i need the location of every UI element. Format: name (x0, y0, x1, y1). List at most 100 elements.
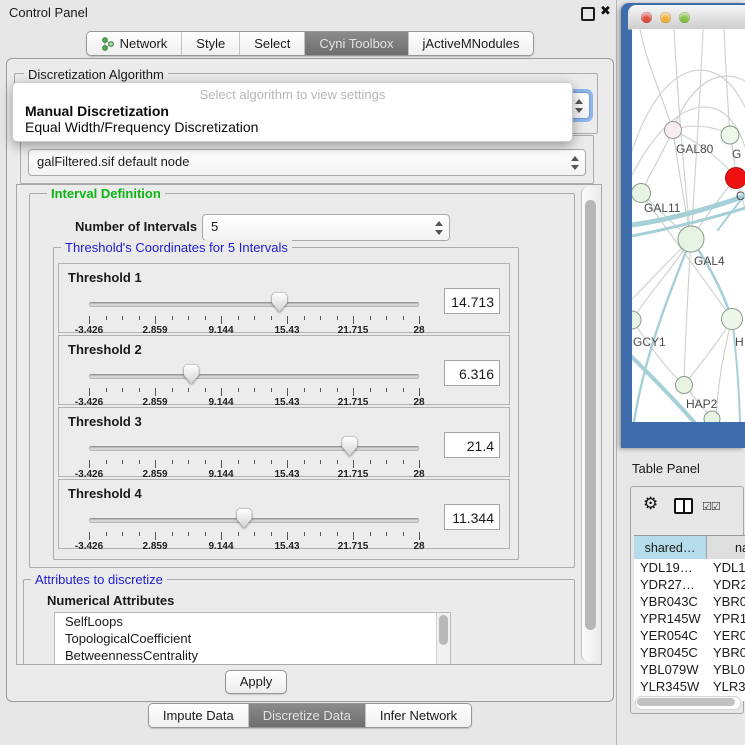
network-node[interactable] (722, 309, 743, 330)
threshold-panel: Threshold 1-3.4262.8599.14415.4321.71528… (58, 263, 510, 333)
apply-button[interactable]: Apply (225, 670, 287, 694)
cell-name: YBR0 (706, 644, 745, 661)
threshold-value-field[interactable]: 21.4 (444, 432, 500, 458)
network-node[interactable] (678, 226, 704, 252)
tab-label: Network (120, 36, 168, 51)
tab-impute-data[interactable]: Impute Data (149, 704, 249, 727)
table-row[interactable]: YBR043CYBR0 (634, 593, 745, 610)
slider-thumb[interactable] (272, 293, 287, 312)
node-label: GAL80 (676, 142, 714, 156)
cell-shared-name: YDL19… (634, 559, 706, 576)
cell-name: YBR0 (706, 593, 745, 610)
network-edge[interactable] (684, 239, 691, 385)
cell-shared-name: YBL079W (634, 661, 706, 678)
network-node[interactable] (721, 126, 739, 144)
tab-cyni-toolbox[interactable]: Cyni Toolbox (305, 32, 408, 55)
panel-scrollbar[interactable] (581, 186, 600, 662)
number-of-intervals-label: Number of Intervals (75, 219, 197, 234)
tab-style[interactable]: Style (182, 32, 240, 55)
bottom-tab-bar: Impute DataDiscretize DataInfer Network (0, 703, 620, 728)
number-of-intervals-combobox[interactable]: 5 (202, 214, 450, 241)
node-label: GAL11 (644, 201, 681, 215)
tab-jactivemnodules[interactable]: jActiveMNodules (409, 32, 534, 55)
network-edge[interactable] (673, 76, 745, 130)
threshold-value-field[interactable]: 14.713 (444, 288, 500, 314)
network-node[interactable] (665, 122, 682, 139)
tab-select[interactable]: Select (240, 32, 305, 55)
network-node[interactable] (726, 168, 745, 189)
column-header-name[interactable]: na (707, 536, 745, 560)
list-scrollbar[interactable] (436, 613, 450, 665)
node-label: GCY1 (633, 335, 666, 349)
tab-discretize-data[interactable]: Discretize Data (249, 704, 366, 727)
cell-shared-name: YER054C (634, 627, 706, 644)
network-edge[interactable] (632, 239, 691, 320)
gear-icon[interactable]: ⚙ (643, 494, 658, 514)
table-row[interactable]: YPR145WYPR1 (634, 610, 745, 627)
float-window-icon[interactable] (581, 7, 595, 21)
network-edge[interactable] (641, 130, 673, 193)
split-columns-icon[interactable] (674, 498, 693, 514)
thresholds-group-label: Threshold's Coordinates for 5 Intervals (61, 240, 292, 255)
number-of-intervals-value: 5 (211, 215, 218, 238)
table-row[interactable]: YBL079WYBL0 (634, 661, 745, 678)
attributes-group-label: Attributes to discretize (31, 572, 167, 587)
settings-scroll-viewport: Interval Definition Number of Intervals … (16, 184, 602, 665)
slider-thumb[interactable] (184, 365, 199, 384)
network-edge[interactable] (634, 239, 691, 422)
algorithm-option-manual-discretization[interactable]: Manual Discretization (13, 103, 572, 119)
tick-label: 21.715 (338, 541, 369, 552)
cell-name: YDR2 (706, 576, 745, 593)
tab-infer-network[interactable]: Infer Network (366, 704, 471, 727)
network-view-window: GAL80GCGAL11GAL4GCY1HHAP2 (621, 3, 745, 448)
attribute-item[interactable]: SelfLoops (55, 613, 450, 630)
cell-shared-name: YLR345W (634, 678, 706, 695)
checkboxes-icon[interactable]: ☑☑ (702, 500, 720, 513)
threshold-value-field[interactable]: 11.344 (444, 504, 500, 530)
network-node[interactable] (676, 377, 693, 394)
panel-splitter[interactable] (616, 0, 617, 745)
top-tab-bar: Network StyleSelectCyni ToolboxjActiveMNo… (0, 31, 620, 56)
network-node[interactable] (632, 184, 651, 203)
minimize-light[interactable] (660, 12, 671, 23)
slider-track[interactable] (89, 374, 419, 379)
attribute-item[interactable]: BetweennessCentrality (55, 647, 450, 664)
network-icon (101, 37, 115, 51)
scrollbar-thumb[interactable] (637, 698, 735, 706)
table-row[interactable]: YDL19…YDL1 (634, 559, 745, 576)
threshold-label: Threshold 1 (68, 270, 142, 285)
slider-thumb[interactable] (342, 437, 357, 456)
slider-thumb[interactable] (237, 509, 252, 528)
close-light[interactable] (641, 12, 652, 23)
table-data-combobox[interactable]: galFiltered.sif default node (28, 149, 586, 176)
table-row[interactable]: YDR27…YDR2 (634, 576, 745, 593)
network-node[interactable] (704, 411, 720, 422)
table-row[interactable]: YER054CYER0 (634, 627, 745, 644)
threshold-value-field[interactable]: 6.316 (444, 360, 500, 386)
network-edge[interactable] (716, 319, 732, 422)
network-window-titlebar[interactable] (628, 5, 745, 30)
network-canvas[interactable]: GAL80GCGAL11GAL4GCY1HHAP2 (632, 29, 745, 422)
network-edge[interactable] (640, 29, 673, 130)
table-row[interactable]: YLR345WYLR3 (634, 678, 745, 695)
network-node[interactable] (632, 311, 641, 329)
table-row[interactable]: YBR045CYBR0 (634, 644, 745, 661)
node-label: C (736, 189, 745, 203)
zoom-light[interactable] (679, 12, 690, 23)
table-hscrollbar[interactable] (635, 696, 741, 710)
slider-track[interactable] (89, 446, 419, 451)
column-header-shared[interactable]: shared… (634, 536, 707, 560)
tick-label: 9.144 (208, 541, 233, 552)
slider-track[interactable] (89, 518, 419, 523)
node-label: HAP2 (686, 397, 718, 411)
cell-shared-name: YPR145W (634, 610, 706, 627)
numerical-attributes-heading: Numerical Attributes (47, 593, 174, 608)
slider-track[interactable] (89, 302, 419, 307)
close-panel-icon[interactable]: ✖ (600, 3, 611, 19)
cell-shared-name: YBR045C (634, 644, 706, 661)
tab-network[interactable]: Network (87, 32, 183, 55)
algorithm-option-equal-width-frequency-discretization[interactable]: Equal Width/Frequency Discretization (13, 119, 572, 135)
scrollbar-thumb[interactable] (585, 200, 596, 630)
screen: Control Panel ✖ NetworkStyleSelectCyni T… (0, 0, 745, 745)
attribute-item[interactable]: TopologicalCoefficient (55, 630, 450, 647)
